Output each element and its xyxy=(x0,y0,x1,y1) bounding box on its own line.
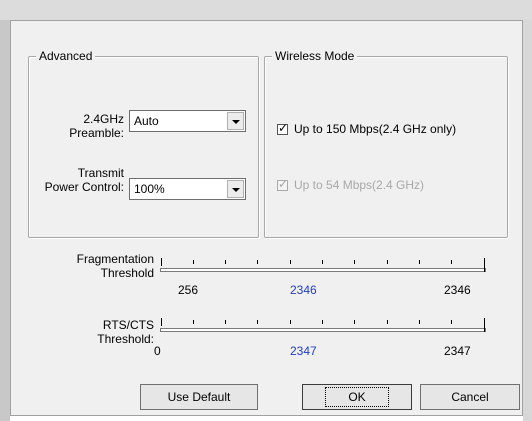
rts-cts-min: 0 xyxy=(154,344,161,358)
fragmentation-tick-start xyxy=(161,258,162,266)
fragmentation-tick xyxy=(322,260,323,264)
rts-cts-tick xyxy=(387,320,388,324)
power-control-select-value: 100% xyxy=(134,182,165,196)
power-control-label: Transmit Power Control: xyxy=(44,166,124,194)
mode-150-checkbox[interactable]: ✓ xyxy=(277,121,289,135)
preamble-label: 2.4GHz Preamble: xyxy=(69,112,124,140)
preamble-select-value: Auto xyxy=(134,114,159,128)
chevron-down-icon[interactable] xyxy=(227,112,244,130)
rts-cts-tick xyxy=(225,320,226,324)
rts-cts-tick xyxy=(257,320,258,324)
window-edge-left xyxy=(0,20,10,421)
fragmentation-tick xyxy=(419,260,420,264)
fragmentation-label: Fragmentation Threshold xyxy=(76,252,154,280)
checkmark-icon: ✓ xyxy=(278,177,289,191)
fragmentation-slider-thumb[interactable] xyxy=(484,258,485,272)
window-edge-right xyxy=(523,20,532,421)
ok-button-label: OK xyxy=(325,387,389,407)
fragmentation-max: 2346 xyxy=(444,283,471,297)
fragmentation-tick xyxy=(387,260,388,264)
fragmentation-tick xyxy=(354,260,355,264)
rts-cts-slider[interactable] xyxy=(160,318,488,338)
fragmentation-tick xyxy=(257,260,258,264)
rts-cts-tick xyxy=(419,320,420,324)
wireless-mode-group: Wireless Mode xyxy=(264,49,508,238)
mode-54-label: Up to 54 Mbps(2.4 GHz) xyxy=(294,178,425,192)
chevron-down-icon[interactable] xyxy=(227,180,244,198)
rts-cts-tick-start xyxy=(161,318,162,326)
rts-cts-current-value: 2347 xyxy=(290,344,317,358)
rts-cts-label: RTS/CTS Threshold: xyxy=(97,318,154,346)
rts-cts-tick xyxy=(290,320,291,324)
preamble-select[interactable]: Auto xyxy=(129,110,246,132)
fragmentation-current-value: 2346 xyxy=(290,283,317,297)
ok-button[interactable]: OK xyxy=(302,384,412,410)
fragmentation-tick xyxy=(290,260,291,264)
rts-cts-tick xyxy=(322,320,323,324)
advanced-group: Advanced xyxy=(28,49,259,238)
fragmentation-track xyxy=(160,268,486,272)
rts-cts-track xyxy=(160,328,486,332)
rts-cts-max: 2347 xyxy=(444,344,471,358)
power-control-select[interactable]: 100% xyxy=(129,178,246,200)
use-default-button[interactable]: Use Default xyxy=(140,384,258,410)
fragmentation-tick xyxy=(451,260,452,264)
fragmentation-slider[interactable] xyxy=(160,258,488,278)
cancel-button[interactable]: Cancel xyxy=(420,384,520,410)
title-bar xyxy=(0,0,532,20)
mode-150-label[interactable]: Up to 150 Mbps(2.4 GHz only) xyxy=(294,122,456,136)
rts-cts-tick xyxy=(354,320,355,324)
rts-cts-tick xyxy=(193,320,194,324)
fragmentation-tick xyxy=(193,260,194,264)
fragmentation-tick xyxy=(225,260,226,264)
rts-cts-tick xyxy=(451,320,452,324)
mode-54-checkbox: ✓ xyxy=(277,177,289,191)
rts-cts-slider-thumb[interactable] xyxy=(484,318,485,332)
checkmark-icon: ✓ xyxy=(278,121,289,135)
advanced-group-title: Advanced xyxy=(36,49,96,63)
wireless-mode-group-title: Wireless Mode xyxy=(272,49,358,63)
fragmentation-min: 256 xyxy=(178,283,199,297)
